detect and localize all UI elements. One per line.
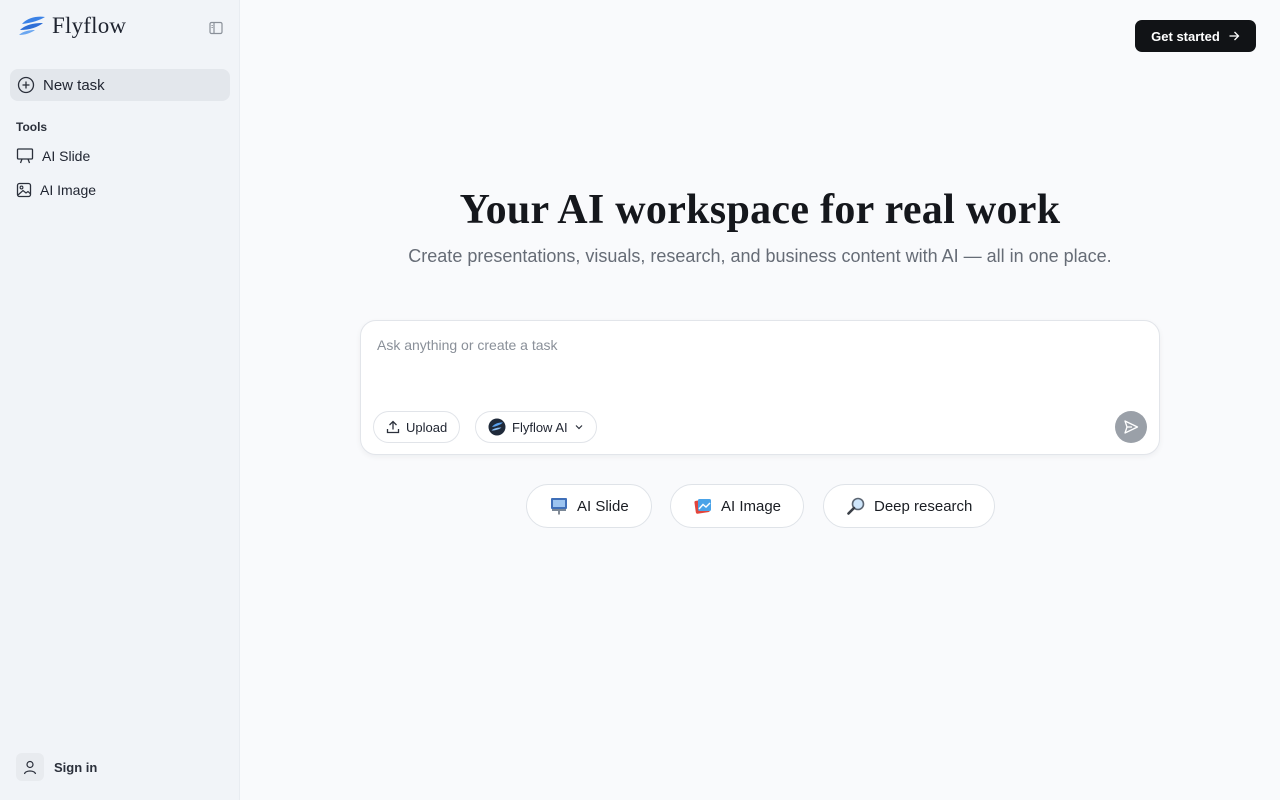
sidebar-item-label: AI Image [40,182,97,198]
user-icon [23,760,37,775]
upload-icon [386,420,400,434]
new-task-button[interactable]: New task [10,69,230,101]
arrow-right-icon [1229,31,1240,41]
slide-emoji-icon [551,498,567,515]
plus-circle-icon [17,76,35,94]
page-title: Your AI workspace for real work [459,187,1061,233]
tools-section-label: Tools [16,120,48,134]
sidebar: Flyflow New task Tools AI Slide AI Image… [0,0,240,800]
sidebar-item-ai-slide[interactable]: AI Slide [10,142,230,170]
get-started-button[interactable]: Get started [1135,20,1256,52]
quick-action-label: AI Image [721,497,782,515]
send-icon [1124,420,1139,434]
quick-action-label: Deep research [874,497,973,515]
send-button[interactable] [1115,411,1147,443]
brand[interactable]: Flyflow [18,13,126,39]
sign-in-button[interactable]: Sign in [16,753,97,781]
upload-label: Upload [406,419,448,435]
model-select[interactable]: Flyflow AI [475,411,597,443]
flyflow-model-icon [488,418,506,436]
avatar [16,753,44,781]
quick-action-label: AI Slide [577,497,629,515]
sign-in-label: Sign in [54,759,98,775]
prompt-box: Upload Flyflow AI [360,320,1160,455]
brand-name: Flyflow [52,13,127,38]
collapse-sidebar-button[interactable] [208,20,224,36]
image-emoji-icon [694,499,711,514]
prompt-input[interactable] [377,337,1137,387]
quick-action-ai-slide[interactable]: AI Slide [526,484,652,528]
presentation-icon [16,148,34,164]
new-task-label: New task [43,76,105,94]
model-label: Flyflow AI [512,419,568,435]
upload-button[interactable]: Upload [373,411,461,443]
chevron-down-icon [575,425,583,430]
magnifier-emoji-icon [847,497,865,515]
page-subtitle: Create presentations, visuals, research,… [408,246,1112,266]
sidebar-item-ai-image[interactable]: AI Image [10,176,230,204]
sidebar-toggle-icon [209,21,223,35]
quick-action-deep-research[interactable]: Deep research [823,484,996,528]
image-icon [16,182,32,198]
sidebar-item-label: AI Slide [42,148,91,164]
quick-action-ai-image[interactable]: AI Image [670,484,805,528]
get-started-label: Get started [1151,28,1220,44]
flyflow-logo-icon [19,16,45,35]
